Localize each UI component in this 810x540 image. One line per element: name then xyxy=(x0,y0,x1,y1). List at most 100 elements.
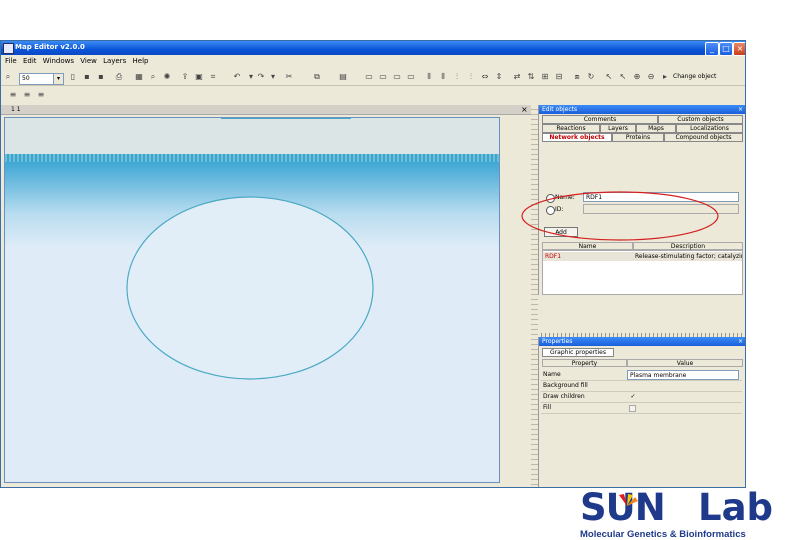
menu-windows[interactable]: Windows xyxy=(43,56,74,67)
distribute-v-icon[interactable]: ⫴ xyxy=(439,72,447,81)
change-object-button[interactable]: Change object xyxy=(673,73,716,80)
column-value[interactable]: Value xyxy=(627,359,743,367)
cut-icon[interactable]: ✂ xyxy=(285,72,293,81)
copy-icon[interactable]: ⧉ xyxy=(313,72,321,81)
tab-proteins[interactable]: Proteins xyxy=(612,133,664,142)
layout-icon-1[interactable]: ≡ xyxy=(9,90,17,99)
tab-graphic-properties[interactable]: Graphic properties xyxy=(542,348,614,357)
more-tools-icon[interactable]: ▸ xyxy=(661,72,669,81)
draw-children-checkbox[interactable]: ✓ xyxy=(628,392,638,401)
grid-icon[interactable]: ▦ xyxy=(135,72,143,81)
space-v-icon[interactable]: ⫶ xyxy=(467,72,475,81)
row-divider xyxy=(541,413,742,414)
tab-compound-objects[interactable]: Compound objects xyxy=(664,133,743,142)
ungroup-icon[interactable]: ⊟ xyxy=(555,72,563,81)
close-icon[interactable]: × xyxy=(733,42,745,56)
title-bar[interactable]: Map Editor v2.0.0 _ □ × xyxy=(1,41,745,56)
tab-network-objects[interactable]: Network objects xyxy=(542,133,612,142)
rotate-icon[interactable]: ↻ xyxy=(587,72,595,81)
pointer-alt-icon[interactable]: ↖ xyxy=(619,72,627,81)
undo-icon[interactable]: ↶ xyxy=(233,72,241,81)
menu-help[interactable]: Help xyxy=(133,56,149,67)
export-icon[interactable]: ⇪ xyxy=(181,72,189,81)
row-name: RDF1 xyxy=(545,253,562,260)
properties-header: Properties × xyxy=(539,337,745,346)
canvas-panel-header: 1 1 × xyxy=(1,105,531,115)
print-icon[interactable]: ⎙ xyxy=(115,72,123,81)
menu-edit[interactable]: Edit xyxy=(23,56,37,67)
find-icon[interactable]: ⌕ xyxy=(149,72,157,81)
undo-dropdown-icon[interactable]: ▾ xyxy=(247,72,255,81)
canvas-panel-title: 1 1 xyxy=(11,106,21,113)
align-center-icon[interactable]: ▭ xyxy=(379,72,387,81)
redo-dropdown-icon[interactable]: ▾ xyxy=(269,72,277,81)
menu-layers[interactable]: Layers xyxy=(103,56,126,67)
map-canvas[interactable] xyxy=(4,117,500,483)
tab-reactions[interactable]: Reactions xyxy=(542,124,600,133)
pointer-icon[interactable]: ↖ xyxy=(605,72,613,81)
distribute-h-icon[interactable]: ⫴ xyxy=(425,72,433,81)
align-left-icon[interactable]: ▭ xyxy=(365,72,373,81)
menu-file[interactable]: File xyxy=(5,56,17,67)
property-draw-children-label: Draw children xyxy=(543,393,585,400)
group-icon[interactable]: ⊞ xyxy=(541,72,549,81)
space-h-icon[interactable]: ⫶ xyxy=(453,72,461,81)
objects-table: RDF1 Release-stimulating factor; catalyz… xyxy=(542,250,743,295)
new-icon[interactable]: ▯ xyxy=(69,72,77,81)
maximize-icon[interactable]: □ xyxy=(719,42,733,56)
zoom-dropdown-icon[interactable]: ▾ xyxy=(53,73,64,85)
properties-panel: Properties × Graphic properties Property… xyxy=(538,337,745,487)
crop-icon[interactable]: ⌗ xyxy=(209,72,217,81)
flip-h-icon[interactable]: ⇄ xyxy=(513,72,521,81)
property-name-value[interactable]: Plasma membrane xyxy=(627,370,739,380)
properties-close-icon[interactable]: × xyxy=(738,337,743,346)
properties-title: Properties xyxy=(542,338,573,345)
layout-icon-3[interactable]: ≡ xyxy=(37,90,45,99)
canvas-close-icon[interactable]: × xyxy=(521,105,528,114)
redo-icon[interactable]: ↷ xyxy=(257,72,265,81)
sun-burst-icon xyxy=(619,494,638,506)
main-toolbar: ⌕ 50 ▾ ▯ ▪ ▪ ⎙ ▦ ⌕ ✺ ⇪ ▣ ⌗ ↶ ▾ ↷ ▾ ✂ ⧉ ▤… xyxy=(1,68,745,86)
highlight-annotation-layer xyxy=(521,191,719,241)
sunlab-logo: SUN Lab Molecular Genetics & Bioinformat… xyxy=(580,486,795,540)
tab-comments[interactable]: Comments xyxy=(542,115,658,124)
same-height-icon[interactable]: ⇕ xyxy=(495,72,503,81)
table-row[interactable]: RDF1 Release-stimulating factor; catalyz… xyxy=(543,252,742,261)
fill-checkbox[interactable] xyxy=(629,405,636,412)
flip-v-icon[interactable]: ⇅ xyxy=(527,72,535,81)
tab-layers[interactable]: Layers xyxy=(600,124,636,133)
edit-objects-title: Edit objects xyxy=(542,106,578,113)
save-as-icon[interactable]: ▪ xyxy=(97,72,105,81)
same-width-icon[interactable]: ⇔ xyxy=(481,72,489,81)
secondary-toolbar: ≡ ≡ ≡ xyxy=(1,87,745,103)
column-property[interactable]: Property xyxy=(542,359,627,367)
align-right-icon[interactable]: ▭ xyxy=(393,72,401,81)
tab-custom-objects[interactable]: Custom objects xyxy=(658,115,743,124)
menu-view[interactable]: View xyxy=(80,56,97,67)
zoom-out-icon[interactable]: ⊖ xyxy=(647,72,655,81)
zoom-in-icon[interactable]: ⊕ xyxy=(633,72,641,81)
zoom-icon: ⌕ xyxy=(5,72,11,81)
minimize-icon[interactable]: _ xyxy=(705,42,719,56)
logo-tagline: Molecular Genetics & Bioinformatics xyxy=(580,529,746,540)
property-background-fill-label: Background fill xyxy=(543,382,588,389)
canvas-panel: 1 1 × xyxy=(1,105,531,487)
property-background-fill-value[interactable] xyxy=(629,381,739,390)
property-fill-label: Fill xyxy=(543,404,552,411)
tab-localizations[interactable]: Localizations xyxy=(676,124,743,133)
order-icon[interactable]: ⧈ xyxy=(573,72,581,81)
tab-maps[interactable]: Maps xyxy=(636,124,676,133)
plasma-membrane-ellipse[interactable] xyxy=(126,196,374,380)
paste-icon[interactable]: ▤ xyxy=(339,72,347,81)
map-editor-window: Map Editor v2.0.0 _ □ × File Edit Window… xyxy=(0,40,746,488)
property-name-label: Name xyxy=(543,371,561,378)
save-icon[interactable]: ▪ xyxy=(83,72,91,81)
settings-icon[interactable]: ✺ xyxy=(163,72,171,81)
image-icon[interactable]: ▣ xyxy=(195,72,203,81)
edit-objects-close-icon[interactable]: × xyxy=(738,105,743,114)
layout-icon-2[interactable]: ≡ xyxy=(23,90,31,99)
canvas-splitter[interactable] xyxy=(531,105,538,487)
menu-bar: File Edit Windows View Layers Help xyxy=(1,56,745,67)
app-icon xyxy=(3,43,14,54)
align-top-icon[interactable]: ▭ xyxy=(407,72,415,81)
